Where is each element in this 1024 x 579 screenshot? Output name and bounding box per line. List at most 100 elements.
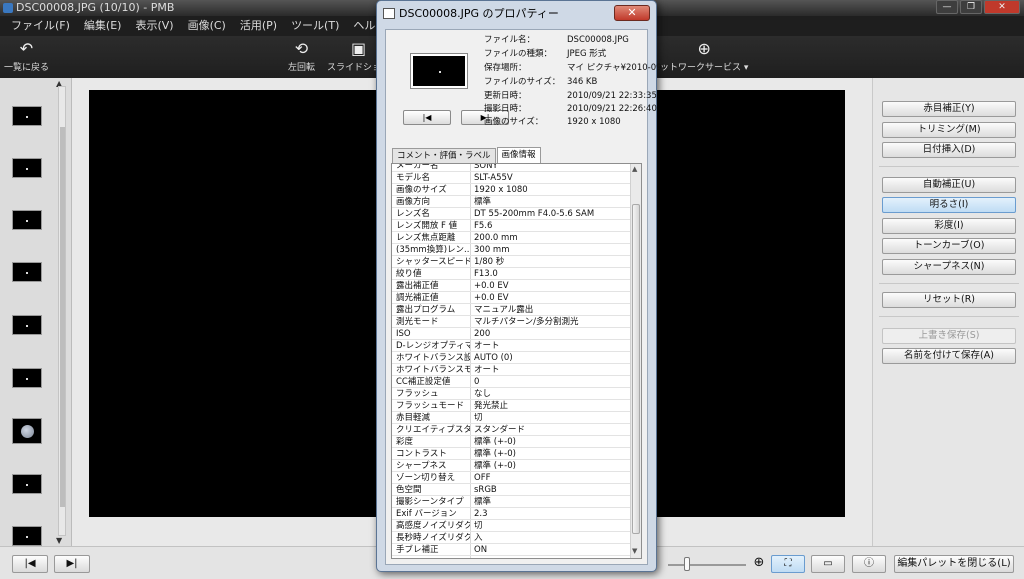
- save-as-button[interactable]: 名前を付けて保存(A): [882, 348, 1016, 364]
- menu-view[interactable]: 表示(V): [128, 16, 180, 36]
- property-key: モデル名: [396, 173, 431, 183]
- tab-comment-rating-label[interactable]: コメント・評価・ラベル: [392, 148, 496, 164]
- property-row[interactable]: レンズ焦点距離 200.0 mm: [392, 232, 631, 244]
- zoom-in-icon[interactable]: ⊕: [750, 555, 768, 573]
- property-row[interactable]: 調光補正値 +0.0 EV: [392, 292, 631, 304]
- property-row[interactable]: 手ブレ補正 ON: [392, 544, 631, 556]
- tone-curve-button[interactable]: トーンカーブ(O): [882, 238, 1016, 254]
- undo-arrow-icon: ↶: [19, 39, 34, 58]
- info-button[interactable]: ⓘ: [852, 555, 886, 573]
- menu-tools[interactable]: ツール(T): [284, 16, 346, 36]
- property-row[interactable]: CC補正設定値 0: [392, 376, 631, 388]
- info-value: DSC00008.JPG: [567, 35, 629, 45]
- zoom-slider-knob[interactable]: [684, 557, 690, 571]
- property-row[interactable]: (35mm換算)レン... 300 mm: [392, 244, 631, 256]
- property-row[interactable]: 高感度ノイズリダク... 切: [392, 520, 631, 532]
- close-palette-button[interactable]: 編集パレットを閉じる(L): [894, 555, 1014, 573]
- property-row[interactable]: 露出プログラム マニュアル露出: [392, 304, 631, 316]
- menu-file[interactable]: ファイル(F): [4, 16, 77, 36]
- thumbnail[interactable]: [12, 158, 42, 178]
- property-row[interactable]: フラッシュ なし: [392, 388, 631, 400]
- thumbnail-moon[interactable]: [12, 418, 42, 444]
- property-row[interactable]: 絞り値 F13.0: [392, 268, 631, 280]
- back-to-list-button[interactable]: ↶ 一覧に戻る: [4, 38, 49, 74]
- palette-divider: [879, 316, 1019, 317]
- property-row[interactable]: モデル名 SLT-A55V: [392, 172, 631, 184]
- property-row[interactable]: 撮影シーンタイプ 標準: [392, 496, 631, 508]
- property-row[interactable]: 画像方向 標準: [392, 196, 631, 208]
- overwrite-save-button[interactable]: 上書き保存(S): [882, 328, 1016, 344]
- thumbnail[interactable]: [12, 262, 42, 282]
- thumbnail[interactable]: [12, 315, 42, 335]
- property-row[interactable]: ISO 200: [392, 328, 631, 340]
- compare-view-button[interactable]: ▭: [811, 555, 845, 573]
- property-row[interactable]: 色空間 sRGB: [392, 484, 631, 496]
- property-row[interactable]: 測光モード マルチパターン/多分割測光: [392, 316, 631, 328]
- property-value: 標準: [474, 497, 492, 507]
- network-service-label: ットワークサービス ▾: [660, 63, 749, 73]
- property-scrollbar[interactable]: ▲ ▼: [630, 164, 641, 558]
- tab-image-info[interactable]: 画像情報: [496, 147, 541, 164]
- property-row[interactable]: ゾーン切り替え OFF: [392, 472, 631, 484]
- property-row[interactable]: シャープネス 標準 (+-0): [392, 460, 631, 472]
- strip-scrollbar[interactable]: [58, 86, 66, 536]
- thumbnail[interactable]: [12, 526, 42, 546]
- red-eye-button[interactable]: 赤目補正(Y): [882, 101, 1016, 117]
- sharpness-button[interactable]: シャープネス(N): [882, 259, 1016, 275]
- property-value: F13.0: [474, 269, 498, 279]
- property-row[interactable]: 露出補正値 +0.0 EV: [392, 280, 631, 292]
- property-row[interactable]: フラッシュモード 発光禁止: [392, 400, 631, 412]
- trimming-button[interactable]: トリミング(M): [882, 122, 1016, 138]
- property-key: 測光モード: [396, 317, 439, 327]
- scroll-down-icon[interactable]: ▼: [632, 547, 637, 555]
- thumbnail[interactable]: [12, 106, 42, 126]
- property-row[interactable]: 彩度 標準 (+-0): [392, 436, 631, 448]
- dialog-close-button[interactable]: ✕: [614, 5, 650, 21]
- reset-button[interactable]: リセット(R): [882, 292, 1016, 308]
- property-row[interactable]: D-レンジオプティマ... オート: [392, 340, 631, 352]
- saturation-button[interactable]: 彩度(I): [882, 218, 1016, 234]
- property-row[interactable]: レンズ開放 F 値 F5.6: [392, 220, 631, 232]
- thumbnail[interactable]: [12, 368, 42, 388]
- brightness-button[interactable]: 明るさ(I): [882, 197, 1016, 213]
- network-service-button[interactable]: ⊕ ットワークサービス ▾: [660, 38, 749, 74]
- property-row[interactable]: 長秒時ノイズリダク... 入: [392, 532, 631, 544]
- property-row[interactable]: ホワイトバランス設... AUTO (0): [392, 352, 631, 364]
- auto-correct-button[interactable]: 自動補正(U): [882, 177, 1016, 193]
- dialog-prev-button[interactable]: |◀: [403, 110, 451, 125]
- property-row[interactable]: メーカー名 SONY: [392, 164, 631, 172]
- info-location: 保存場所： マイ ピクチャ¥2010-09: [484, 61, 662, 75]
- date-insert-button[interactable]: 日付挿入(D): [882, 142, 1016, 158]
- thumbnail[interactable]: [12, 210, 42, 230]
- property-value: 発光禁止: [474, 401, 509, 411]
- property-key: シャッタースピード: [396, 257, 470, 267]
- property-row[interactable]: コントラスト 標準 (+-0): [392, 448, 631, 460]
- property-value: sRGB: [474, 485, 497, 495]
- strip-scrollbar-thumb[interactable]: [60, 127, 65, 507]
- property-row[interactable]: レンズ名 DT 55-200mm F4.0-5.6 SAM: [392, 208, 631, 220]
- next-image-button[interactable]: ▶|: [54, 555, 90, 573]
- property-scrollbar-thumb[interactable]: [632, 204, 640, 534]
- info-label: 撮影日時：: [484, 104, 527, 114]
- property-row[interactable]: ホワイトバランスモ... オート: [392, 364, 631, 376]
- property-row[interactable]: シャッタースピード 1/80 秒: [392, 256, 631, 268]
- property-row[interactable]: クリエイティブスタイルスタンダード: [392, 424, 631, 436]
- close-button[interactable]: ✕: [984, 0, 1020, 14]
- zoom-slider[interactable]: [668, 564, 746, 566]
- property-row[interactable]: Exif バージョン 2.3: [392, 508, 631, 520]
- property-row[interactable]: 画像のサイズ 1920 x 1080: [392, 184, 631, 196]
- info-label: 更新日時：: [484, 91, 527, 101]
- scroll-up-icon[interactable]: ▲: [632, 165, 637, 173]
- property-row[interactable]: 赤目軽減 切: [392, 412, 631, 424]
- info-value: マイ ピクチャ¥2010-09: [567, 63, 662, 73]
- minimize-button[interactable]: —: [936, 0, 958, 14]
- prev-image-button[interactable]: |◀: [12, 555, 48, 573]
- strip-scroll-down-icon[interactable]: ▼: [56, 536, 62, 545]
- rotate-left-button[interactable]: ⟲ 左回転: [288, 38, 315, 74]
- thumbnail[interactable]: [12, 474, 42, 494]
- menu-image[interactable]: 画像(C): [181, 16, 233, 36]
- menu-edit[interactable]: 編集(E): [77, 16, 129, 36]
- maximize-button[interactable]: ❐: [960, 0, 982, 14]
- menu-use[interactable]: 活用(P): [233, 16, 284, 36]
- fit-to-window-button[interactable]: ⛶: [771, 555, 805, 573]
